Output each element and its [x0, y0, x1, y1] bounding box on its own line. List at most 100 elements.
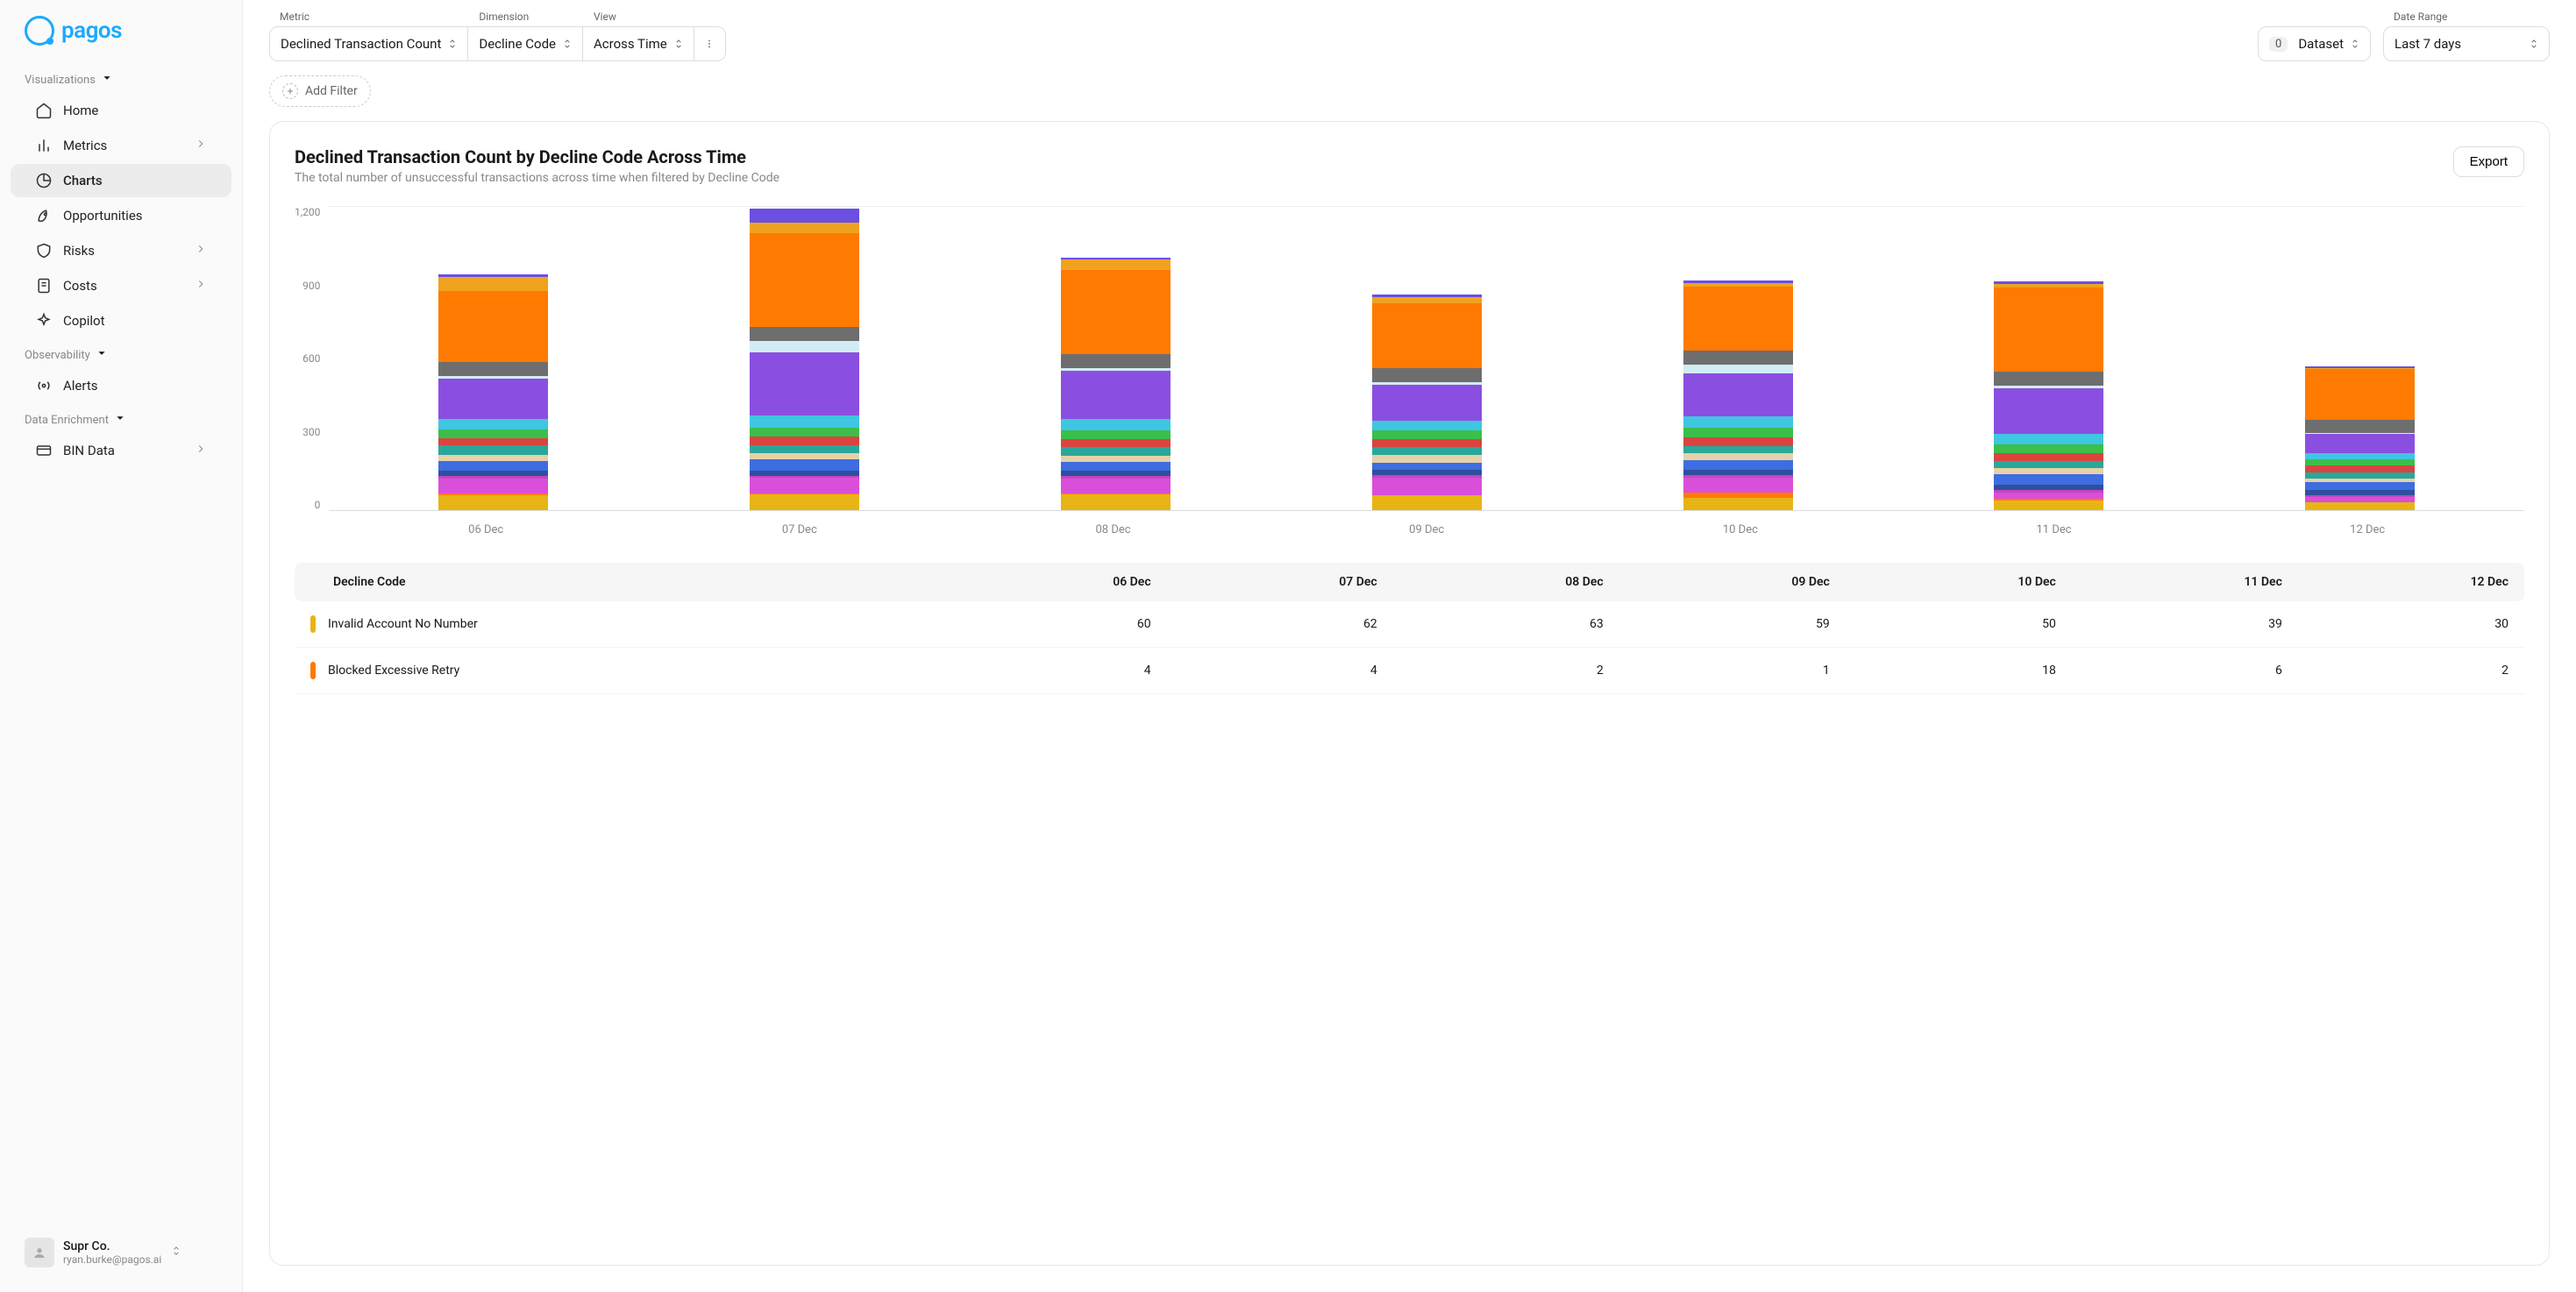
- dataset-select[interactable]: 0 Dataset: [2258, 26, 2371, 61]
- brand-logo[interactable]: pagos: [25, 16, 217, 46]
- more-vertical-icon: [703, 38, 715, 50]
- dimension-select[interactable]: Decline Code: [468, 26, 583, 61]
- bar-segment: [1683, 453, 1793, 459]
- sidebar-item-costs[interactable]: Costs: [11, 269, 231, 302]
- bar-segment: [2305, 482, 2415, 490]
- row-label: Invalid Account No Number: [328, 617, 478, 631]
- bar-segment: [1061, 270, 1171, 354]
- topbar: Metric Declined Transaction Count Dimens…: [243, 0, 2576, 61]
- table-header[interactable]: 07 Dec: [1167, 563, 1393, 601]
- x-tick: 07 Dec: [643, 523, 957, 536]
- section-visualizations[interactable]: Visualizations: [0, 63, 242, 93]
- table-cell: 30: [2298, 601, 2524, 648]
- chevrons-up-down-icon: [446, 38, 459, 50]
- row-label: Blocked Excessive Retry: [328, 664, 459, 678]
- bar-segment: [1683, 287, 1793, 351]
- x-tick: 12 Dec: [2210, 523, 2524, 536]
- table-header[interactable]: 10 Dec: [1846, 563, 2072, 601]
- y-tick: 900: [295, 280, 320, 292]
- bar[interactable]: [1061, 258, 1171, 510]
- bar-segment: [438, 429, 548, 438]
- bar-segment: [1372, 463, 1482, 471]
- bar-segment: [1683, 437, 1793, 446]
- broadcast-icon: [35, 377, 53, 394]
- table-cell: 18: [1846, 648, 2072, 694]
- bar-segment: [750, 428, 859, 437]
- sidebar-item-label: Copilot: [63, 313, 105, 329]
- bar-segment: [1061, 419, 1171, 430]
- bar-segment: [1061, 439, 1171, 447]
- card-icon: [35, 442, 53, 459]
- chevrons-up-down-icon: [672, 38, 685, 50]
- sidebar-item-alerts[interactable]: Alerts: [11, 369, 231, 402]
- bar-segment: [2305, 465, 2415, 472]
- bar-segment: [1683, 428, 1793, 437]
- bar[interactable]: [2305, 366, 2415, 510]
- bar-segment: [1372, 430, 1482, 439]
- dataset-count: 0: [2269, 37, 2288, 52]
- table-cell: 60: [941, 601, 1167, 648]
- bar-segment: [1372, 455, 1482, 463]
- sidebar-item-bin-data[interactable]: BIN Data: [11, 434, 231, 467]
- sidebar-item-risks[interactable]: Risks: [11, 234, 231, 267]
- daterange-select[interactable]: Last 7 days: [2383, 26, 2550, 61]
- bar-segment: [750, 209, 859, 223]
- view-select[interactable]: Across Time: [583, 26, 694, 61]
- table-row[interactable]: Invalid Account No Number60626359503930: [295, 601, 2524, 648]
- bar[interactable]: [438, 274, 548, 510]
- bar-segment: [1994, 468, 2103, 474]
- section-data-enrichment[interactable]: Data Enrichment: [0, 403, 242, 433]
- table-header[interactable]: 06 Dec: [941, 563, 1167, 601]
- bar-segment: [1683, 373, 1793, 416]
- dataset-value: Dataset: [2298, 36, 2344, 52]
- chevron-right-icon: [195, 443, 207, 458]
- chevrons-up-down-icon: [2528, 38, 2540, 50]
- bar-segment: [438, 379, 548, 419]
- table-header[interactable]: 08 Dec: [1393, 563, 1619, 601]
- metric-select[interactable]: Declined Transaction Count: [269, 26, 468, 61]
- bar[interactable]: [1372, 295, 1482, 510]
- x-tick: 09 Dec: [1270, 523, 1583, 536]
- bar[interactable]: [1994, 281, 2103, 510]
- table-row[interactable]: Blocked Excessive Retry44211862: [295, 648, 2524, 694]
- bar-chart-icon: [35, 137, 53, 154]
- sidebar-item-copilot[interactable]: Copilot: [11, 304, 231, 337]
- add-filter-button[interactable]: + Add Filter: [269, 75, 371, 107]
- main: Metric Declined Transaction Count Dimens…: [243, 0, 2576, 1292]
- view-value: Across Time: [594, 36, 667, 52]
- sidebar-item-label: Opportunities: [63, 208, 143, 224]
- bar-segment: [1994, 388, 2103, 434]
- sidebar-item-metrics[interactable]: Metrics: [11, 129, 231, 162]
- daterange-value: Last 7 days: [2395, 36, 2461, 52]
- bar-segment: [438, 479, 548, 493]
- section-observability[interactable]: Observability: [0, 338, 242, 368]
- table-header[interactable]: Decline Code: [295, 563, 941, 601]
- sidebar-item-charts[interactable]: Charts: [11, 164, 231, 197]
- export-button[interactable]: Export: [2453, 146, 2524, 177]
- more-options-button[interactable]: [694, 26, 726, 61]
- bar[interactable]: [750, 209, 859, 510]
- table-header[interactable]: 11 Dec: [2072, 563, 2298, 601]
- bar-segment: [1994, 461, 2103, 469]
- account-switcher[interactable]: Supr Co. ryan.burke@pagos.ai: [16, 1229, 226, 1276]
- sidebar-item-label: Alerts: [63, 378, 98, 394]
- home-icon: [35, 102, 53, 119]
- daterange-label: Date Range: [2383, 11, 2550, 26]
- chevron-down-icon: [101, 72, 113, 88]
- bar-segment: [1061, 462, 1171, 471]
- data-table: Decline Code06 Dec07 Dec08 Dec09 Dec10 D…: [295, 563, 2524, 694]
- bar-segment: [1372, 297, 1482, 303]
- bar-segment: [1061, 430, 1171, 439]
- dimension-label: Dimension: [468, 11, 583, 26]
- bar-segment: [1372, 478, 1482, 495]
- bar-segment: [438, 291, 548, 362]
- sidebar-item-opportunities[interactable]: Opportunities: [11, 199, 231, 232]
- bar[interactable]: [1683, 280, 1793, 510]
- stacked-bar-chart: [329, 206, 2524, 511]
- rocket-icon: [35, 207, 53, 224]
- table-header[interactable]: 09 Dec: [1619, 563, 1846, 601]
- table-header[interactable]: 12 Dec: [2298, 563, 2524, 601]
- receipt-icon: [35, 277, 53, 295]
- sidebar-item-home[interactable]: Home: [11, 94, 231, 127]
- bar-segment: [2305, 434, 2415, 453]
